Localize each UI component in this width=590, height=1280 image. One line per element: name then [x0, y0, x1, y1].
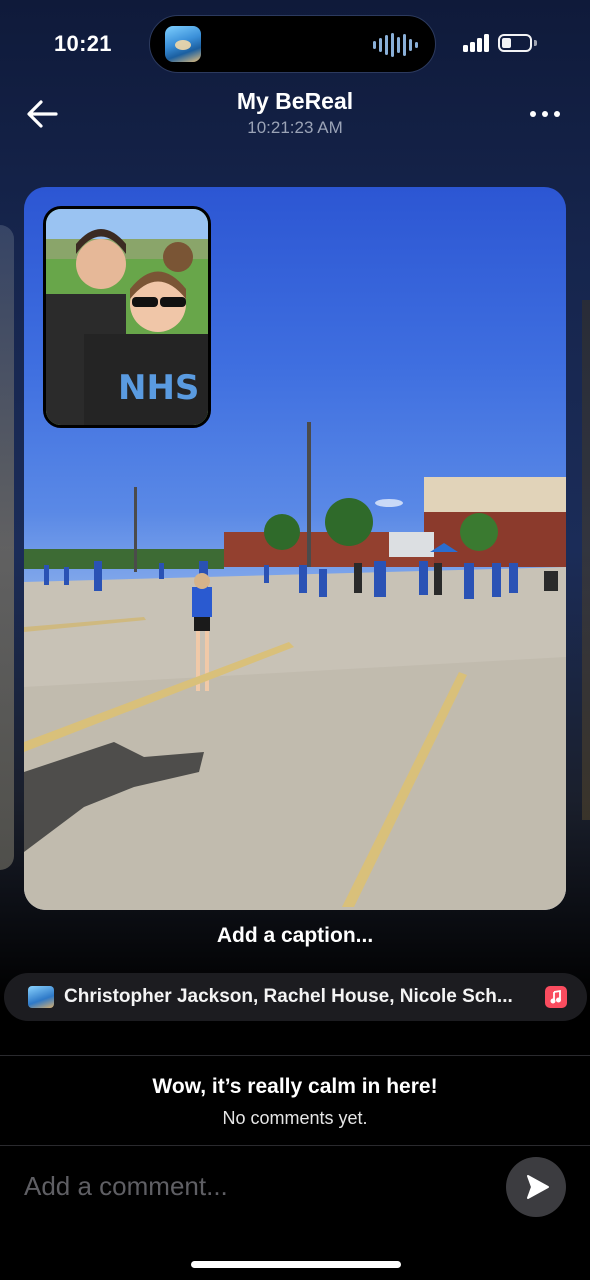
- cellular-signal-icon: [463, 34, 491, 52]
- now-playing-artwork-icon: [165, 26, 201, 62]
- battery-tip: [534, 40, 537, 46]
- previous-post-peek[interactable]: [0, 225, 14, 870]
- post-timestamp: 10:21:23 AM: [247, 118, 343, 137]
- status-bar: 10:21: [0, 0, 590, 80]
- send-icon: [527, 1175, 549, 1199]
- music-track-text: Christopher Jackson, Rachel House, Nicol…: [64, 986, 513, 1007]
- apple-music-icon: [545, 986, 567, 1008]
- selfie-scene: NHS: [46, 209, 208, 425]
- add-caption-button[interactable]: Add a caption...: [0, 924, 590, 948]
- svg-text:NHS: NHS: [118, 368, 199, 408]
- dynamic-island[interactable]: [149, 15, 436, 73]
- battery-icon: [498, 34, 532, 52]
- divider: [0, 1145, 590, 1146]
- comment-input[interactable]: [24, 1166, 484, 1206]
- home-indicator[interactable]: [191, 1261, 401, 1268]
- more-horizontal-icon: [530, 111, 536, 117]
- page-title: My BeReal: [236, 88, 354, 114]
- divider: [0, 1055, 590, 1056]
- send-button[interactable]: [506, 1157, 566, 1217]
- music-track-pill[interactable]: Christopher Jackson, Rachel House, Nicol…: [4, 973, 587, 1021]
- more-options-button[interactable]: [530, 106, 566, 122]
- empty-comments-subtitle: No comments yet.: [222, 1108, 368, 1128]
- next-post-peek[interactable]: [582, 300, 590, 820]
- album-art-icon: [28, 986, 54, 1008]
- empty-comments-title: Wow, it’s really calm in here!: [152, 1075, 438, 1098]
- selfie-photo[interactable]: NHS: [43, 206, 211, 428]
- audio-waveform-icon: [373, 33, 418, 57]
- battery-level: [502, 38, 511, 48]
- status-time: 10:21: [54, 31, 112, 56]
